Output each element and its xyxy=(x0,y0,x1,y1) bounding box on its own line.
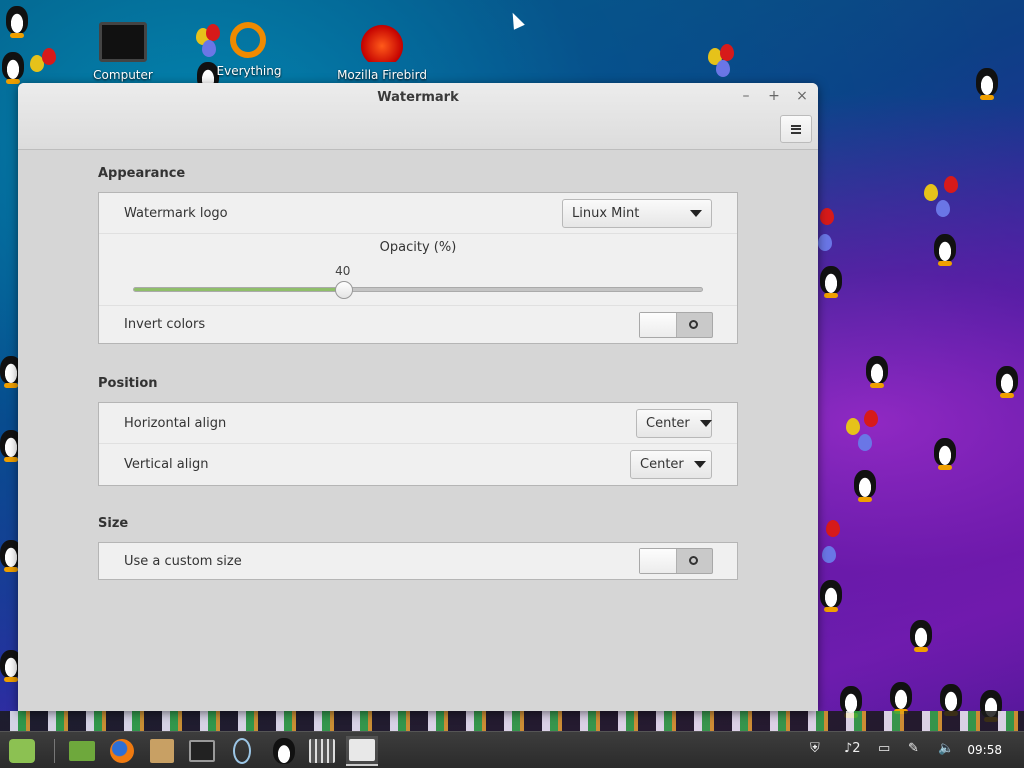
window-icon xyxy=(349,739,375,761)
taskbar-separator xyxy=(54,739,55,763)
terminal-icon xyxy=(189,740,215,762)
size-frame: Use a custom size xyxy=(98,542,738,580)
vertical-align-label: Vertical align xyxy=(124,457,209,472)
volume-icon[interactable]: 🔈 xyxy=(938,741,954,756)
taskbar-package-installer[interactable] xyxy=(146,736,178,766)
close-button[interactable]: × xyxy=(794,88,810,104)
chevron-down-icon xyxy=(699,419,712,427)
mixer-icon xyxy=(309,739,335,763)
desktop-icon-everything[interactable]: Everything xyxy=(204,22,294,78)
custom-size-label: Use a custom size xyxy=(124,553,242,569)
section-title-appearance: Appearance xyxy=(98,166,186,181)
opacity-slider-thumb[interactable] xyxy=(334,281,353,299)
switch-knob xyxy=(640,312,677,337)
horizontal-align-value: Center xyxy=(646,415,690,431)
taskbar-app-penguin[interactable] xyxy=(268,736,300,766)
taskbar-files[interactable] xyxy=(66,736,98,766)
ring-icon xyxy=(233,738,251,764)
opacity-slider[interactable] xyxy=(133,281,703,299)
horizontal-align-dropdown[interactable]: Center xyxy=(636,408,712,438)
files-icon xyxy=(69,741,95,761)
vertical-align-dropdown[interactable]: Center xyxy=(630,450,712,479)
magnifier-icon xyxy=(230,22,266,58)
watermark-window: Watermark – + × Appearance Watermark log… xyxy=(18,83,818,711)
notifications-tray[interactable]: ♪2 xyxy=(844,741,861,756)
shield-icon[interactable]: ⛨ xyxy=(810,741,820,756)
horizontal-align-label: Horizontal align xyxy=(124,415,227,431)
desktop-icon-label: Computer xyxy=(93,68,153,82)
clock[interactable]: 09:58 xyxy=(967,743,1002,757)
desktop-icon-computer[interactable]: Computer xyxy=(78,22,168,82)
taskbar-mixer[interactable] xyxy=(306,736,338,766)
custom-size-switch[interactable] xyxy=(639,548,713,574)
chevron-down-icon xyxy=(690,209,702,217)
desktop-icon-label: Mozilla Firebird xyxy=(337,68,427,82)
vertical-align-value: Center xyxy=(640,457,684,472)
notification-count: 2 xyxy=(852,741,861,756)
window-title: Watermark xyxy=(377,90,459,105)
custom-size-row: Use a custom size xyxy=(99,543,737,579)
package-icon xyxy=(150,739,174,763)
taskbar: ⛨ ♪2 ▭ ✎ 🔈 09:58 xyxy=(0,731,1024,768)
watermark-logo-label: Watermark logo xyxy=(124,205,228,221)
firefox-icon xyxy=(110,739,134,763)
minimize-button[interactable]: – xyxy=(738,88,754,104)
taskbar-firefox[interactable] xyxy=(106,736,138,766)
opacity-label: Opacity (%) xyxy=(379,240,457,255)
opacity-slider-fill xyxy=(134,288,344,291)
taskbar-terminal[interactable] xyxy=(186,736,218,766)
appearance-frame: Watermark logo Linux Mint Opacity (%) 40… xyxy=(98,192,738,344)
vertical-align-row: Vertical align Center xyxy=(99,444,737,485)
horizontal-align-row: Horizontal align Center xyxy=(99,403,737,444)
taskbar-watermark-window[interactable] xyxy=(346,736,378,766)
firebird-icon xyxy=(361,22,403,62)
section-title-size: Size xyxy=(98,516,129,531)
hamburger-icon xyxy=(791,124,801,134)
penguin-icon xyxy=(273,738,295,764)
watermark-logo-dropdown[interactable]: Linux Mint xyxy=(562,198,712,228)
monitor-icon xyxy=(99,22,147,62)
opacity-row: Opacity (%) 40 xyxy=(99,234,737,306)
invert-colors-row: Invert colors xyxy=(99,306,737,343)
display-icon[interactable]: ▭ xyxy=(878,741,890,756)
titlebar[interactable]: Watermark – + × xyxy=(18,83,818,150)
hamburger-menu-button[interactable] xyxy=(780,115,812,143)
switch-off-icon xyxy=(689,556,698,565)
mint-menu-button[interactable] xyxy=(6,736,38,766)
position-frame: Horizontal align Center Vertical align C… xyxy=(98,402,738,486)
taskbar-app-ring[interactable] xyxy=(226,736,258,766)
invert-colors-label: Invert colors xyxy=(124,317,206,332)
section-title-position: Position xyxy=(98,376,158,391)
switch-knob xyxy=(640,549,677,573)
pen-icon[interactable]: ✎ xyxy=(908,741,919,756)
desktop-icon-label: Everything xyxy=(216,64,282,78)
window-controls: – + × xyxy=(738,88,810,104)
opacity-value: 40 xyxy=(335,264,351,278)
chevron-down-icon xyxy=(693,461,706,468)
settings-content: Appearance Watermark logo Linux Mint Opa… xyxy=(98,150,738,580)
desktop-icon-firebird[interactable]: Mozilla Firebird xyxy=(337,22,427,82)
maximize-button[interactable]: + xyxy=(766,88,782,104)
invert-colors-switch[interactable] xyxy=(639,311,713,338)
menu-mint-icon xyxy=(9,739,35,763)
watermark-logo-row: Watermark logo Linux Mint xyxy=(99,193,737,234)
watermark-logo-value: Linux Mint xyxy=(572,205,640,221)
switch-off-icon xyxy=(689,319,698,329)
